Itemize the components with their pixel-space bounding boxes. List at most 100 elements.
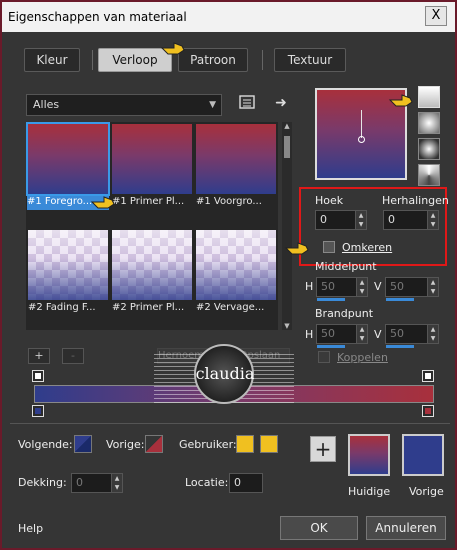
spinner-arrows-icon[interactable]: ▲ ▼	[355, 211, 366, 229]
vorige-stop-swatch[interactable]	[145, 435, 163, 453]
hand-pointer-icon	[388, 92, 414, 108]
spinner-arrows-icon[interactable]: ▲ ▼	[427, 211, 438, 229]
spinner-arrows-icon[interactable]: ▲ ▼	[427, 278, 438, 296]
volgende-swatch[interactable]	[74, 435, 92, 453]
spinner-arrows-icon[interactable]: ▲ ▼	[111, 474, 122, 492]
hand-pointer-icon	[284, 240, 310, 256]
hoek-value: 0	[320, 213, 327, 226]
brandpunt-h-label: H	[305, 328, 314, 341]
scrollbar-thumb[interactable]	[284, 136, 290, 158]
omkeren-checkbox[interactable]	[323, 241, 335, 253]
middelpunt-v-slider[interactable]	[386, 298, 414, 301]
ok-button[interactable]: OK	[280, 516, 358, 540]
huidige-label: Huidige	[348, 485, 391, 498]
tab-divider	[92, 50, 93, 70]
tab-divider	[262, 50, 263, 70]
gebruiker-swatch-2[interactable]	[260, 435, 278, 453]
angle-handle[interactable]	[361, 110, 362, 138]
tab-bar: Kleur Verloop Patroon Textuur	[16, 48, 446, 74]
brandpunt-label: Brandpunt	[315, 307, 374, 320]
hoek-input[interactable]: 0 ▲ ▼	[315, 210, 367, 230]
add-stop-button[interactable]: +	[28, 348, 50, 364]
omkeren-label: Omkeren	[342, 241, 393, 254]
remove-stop-button[interactable]: -	[62, 348, 84, 364]
arrow-right-icon[interactable]: ➜	[272, 94, 290, 112]
herhalingen-input[interactable]: 0 ▲ ▼	[383, 210, 439, 230]
color-stop-right[interactable]	[422, 405, 434, 417]
brandpunt-v-value: 50	[390, 327, 404, 340]
add-to-swatches-button[interactable]: +	[310, 436, 336, 462]
gradient-thumb[interactable]	[26, 122, 110, 196]
material-properties-dialog: Eigenschappen van materiaal X Kleur Verl…	[0, 0, 457, 550]
middelpunt-label: Middelpunt	[315, 260, 377, 273]
spinner-arrows-icon[interactable]: ▲ ▼	[427, 325, 438, 343]
spinner-arrows-icon[interactable]: ▲ ▼	[356, 278, 367, 296]
middelpunt-h-label: H	[305, 280, 314, 293]
sunburst-style-button[interactable]	[418, 164, 440, 186]
middelpunt-h-slider[interactable]	[317, 298, 345, 301]
koppelen-label: Koppelen	[337, 351, 388, 364]
gradient-thumb-label: #2 Primer Pl...	[112, 302, 185, 313]
vorige-material-label: Vorige	[409, 485, 444, 498]
title-bar: Eigenschappen van materiaal X	[2, 2, 455, 32]
middelpunt-h-input[interactable]: 50 ▲ ▼	[316, 277, 368, 301]
tab-textuur[interactable]: Textuur	[274, 48, 346, 72]
scroll-down-icon[interactable]: ▼	[282, 322, 292, 330]
dekking-value: 0	[76, 476, 83, 489]
brandpunt-v-slider[interactable]	[386, 345, 414, 348]
gradient-thumb-label: #2 Fading F...	[28, 302, 96, 313]
hand-pointer-icon	[90, 194, 116, 210]
middelpunt-v-input[interactable]: 50 ▲ ▼	[385, 277, 439, 301]
tab-kleur[interactable]: Kleur	[24, 48, 80, 72]
brandpunt-h-value: 50	[321, 327, 335, 340]
opacity-stop-left[interactable]	[32, 370, 44, 382]
brandpunt-h-slider[interactable]	[317, 345, 345, 348]
middelpunt-v-value: 50	[390, 280, 404, 293]
gradient-thumb[interactable]	[196, 124, 276, 194]
scroll-up-icon[interactable]: ▲	[282, 122, 292, 130]
dekking-input[interactable]: 0 ▲ ▼	[71, 473, 123, 493]
gebruiker-swatch[interactable]	[236, 435, 254, 453]
vorige-material-swatch[interactable]	[402, 434, 444, 476]
herhalingen-label: Herhalingen	[382, 194, 449, 207]
dekking-label: Dekking:	[18, 476, 67, 489]
volgende-label: Volgende:	[18, 438, 73, 451]
section-divider	[10, 423, 450, 424]
gradient-thumb[interactable]	[112, 124, 192, 194]
help-button[interactable]: Help	[18, 522, 43, 535]
herhalingen-value: 0	[388, 213, 395, 226]
chevron-down-icon: ▼	[209, 100, 216, 110]
huidige-material-swatch[interactable]	[348, 434, 390, 476]
library-icon[interactable]	[238, 94, 256, 112]
vorige-stop-label: Vorige:	[106, 438, 145, 451]
spinner-arrows-icon[interactable]: ▲ ▼	[356, 325, 367, 343]
gebruiker-label: Gebruiker:	[179, 438, 237, 451]
category-dropdown[interactable]: Alles ▼	[26, 94, 222, 116]
center-handle[interactable]	[358, 136, 365, 143]
watermark-text: claudia	[195, 364, 255, 383]
cancel-button[interactable]: Annuleren	[366, 516, 446, 540]
window-title: Eigenschappen van materiaal	[8, 10, 187, 24]
locatie-input[interactable]: 0	[229, 473, 263, 493]
brandpunt-h-input[interactable]: 50 ▲ ▼	[316, 324, 368, 348]
gradient-thumb-label: #1 Voorgro...	[196, 196, 262, 207]
linear-style-button[interactable]	[418, 86, 440, 108]
rectangular-style-button[interactable]	[418, 112, 440, 134]
gradient-thumb[interactable]	[28, 230, 108, 300]
gallery-scrollbar[interactable]: ▲ ▼	[282, 122, 292, 330]
koppelen-checkbox[interactable]	[318, 351, 330, 363]
gradient-thumb[interactable]	[112, 230, 192, 300]
locatie-value: 0	[234, 476, 241, 489]
hand-pointer-icon	[160, 40, 186, 56]
close-button[interactable]: X	[425, 6, 447, 26]
radial-style-button[interactable]	[418, 138, 440, 160]
opacity-stop-right[interactable]	[422, 370, 434, 382]
gradient-thumb[interactable]	[196, 230, 276, 300]
category-value: Alles	[33, 98, 60, 111]
locatie-label: Locatie:	[185, 476, 229, 489]
gradient-thumb-label: #2 Vervage...	[196, 302, 265, 313]
color-stop-left[interactable]	[32, 405, 44, 417]
middelpunt-v-label: V	[374, 280, 382, 293]
tab-patroon[interactable]: Patroon	[178, 48, 248, 72]
brandpunt-v-input[interactable]: 50 ▲ ▼	[385, 324, 439, 348]
